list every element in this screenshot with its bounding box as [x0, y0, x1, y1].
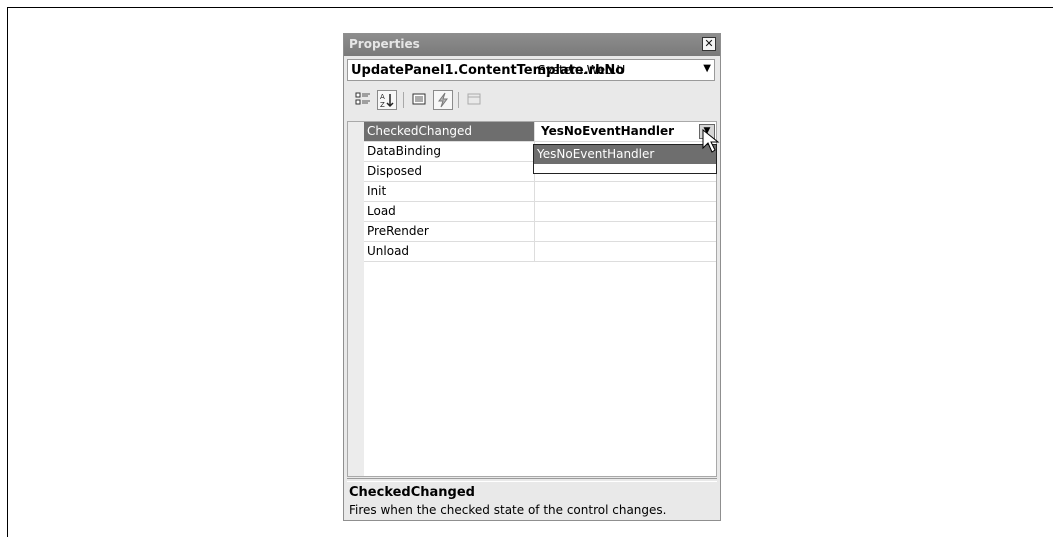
event-name: CheckedChanged: [367, 124, 473, 138]
object-type: System.Web.U: [538, 63, 626, 77]
event-value: YesNoEventHandler: [541, 124, 675, 138]
description-text: Fires when the checked state of the cont…: [349, 503, 667, 517]
event-value-field[interactable]: YesNoEventHandler ▼: [534, 122, 717, 141]
title-bar[interactable]: Properties ✕: [344, 34, 720, 56]
categorized-icon: [355, 92, 370, 105]
property-grid: CheckedChanged YesNoEventHandler ▼ DataB…: [347, 121, 717, 477]
page-frame-left: [7, 7, 8, 537]
chevron-down-icon: ▼: [703, 63, 711, 74]
grid-row-unload[interactable]: Unload: [364, 242, 716, 262]
object-selector[interactable]: UpdatePanel1.ContentTemplate.rbNo System…: [347, 59, 715, 81]
svg-text:A: A: [380, 93, 385, 101]
event-value-field[interactable]: [534, 182, 717, 201]
grid-row-checkedchanged[interactable]: CheckedChanged YesNoEventHandler ▼: [364, 122, 716, 142]
alphabetical-button[interactable]: A Z: [377, 90, 397, 110]
description-title: CheckedChanged: [349, 485, 475, 500]
mouse-pointer-icon: [702, 129, 720, 153]
event-handler-dropdown-list[interactable]: YesNoEventHandler: [533, 144, 717, 174]
property-pages-icon: [467, 93, 481, 105]
description-panel: CheckedChanged Fires when the checked st…: [347, 482, 717, 518]
properties-window: Properties ✕ UpdatePanel1.ContentTemplat…: [343, 33, 721, 521]
lightning-icon: [438, 92, 448, 108]
close-button[interactable]: ✕: [702, 37, 716, 51]
grid-row-init[interactable]: Init: [364, 182, 716, 202]
event-name: Load: [367, 204, 396, 218]
event-name: DataBinding: [367, 144, 441, 158]
event-name: Disposed: [367, 164, 423, 178]
window-title: Properties: [349, 37, 420, 51]
properties-button[interactable]: [409, 90, 429, 110]
alphabetical-sort-icon: A Z: [380, 93, 394, 109]
event-name: PreRender: [367, 224, 429, 238]
event-name: Unload: [367, 244, 410, 258]
event-value-field[interactable]: [534, 222, 717, 241]
grid-row-load[interactable]: Load: [364, 202, 716, 222]
property-pages-button[interactable]: [464, 90, 484, 110]
dropdown-option[interactable]: YesNoEventHandler: [534, 145, 716, 164]
grid-margin: [348, 122, 364, 476]
event-value-field[interactable]: [534, 242, 717, 261]
close-icon: ✕: [704, 37, 714, 50]
event-value-field[interactable]: [534, 202, 717, 221]
page-frame-top: [7, 7, 1053, 8]
toolbar: A Z: [347, 86, 717, 114]
grid-row-prerender[interactable]: PreRender: [364, 222, 716, 242]
categorized-button[interactable]: [353, 90, 373, 110]
toolbar-separator: [403, 92, 404, 108]
toolbar-separator: [458, 92, 459, 108]
events-button[interactable]: [433, 90, 453, 110]
properties-icon: [412, 93, 426, 105]
event-name: Init: [367, 184, 387, 198]
svg-text:Z: Z: [380, 101, 385, 109]
